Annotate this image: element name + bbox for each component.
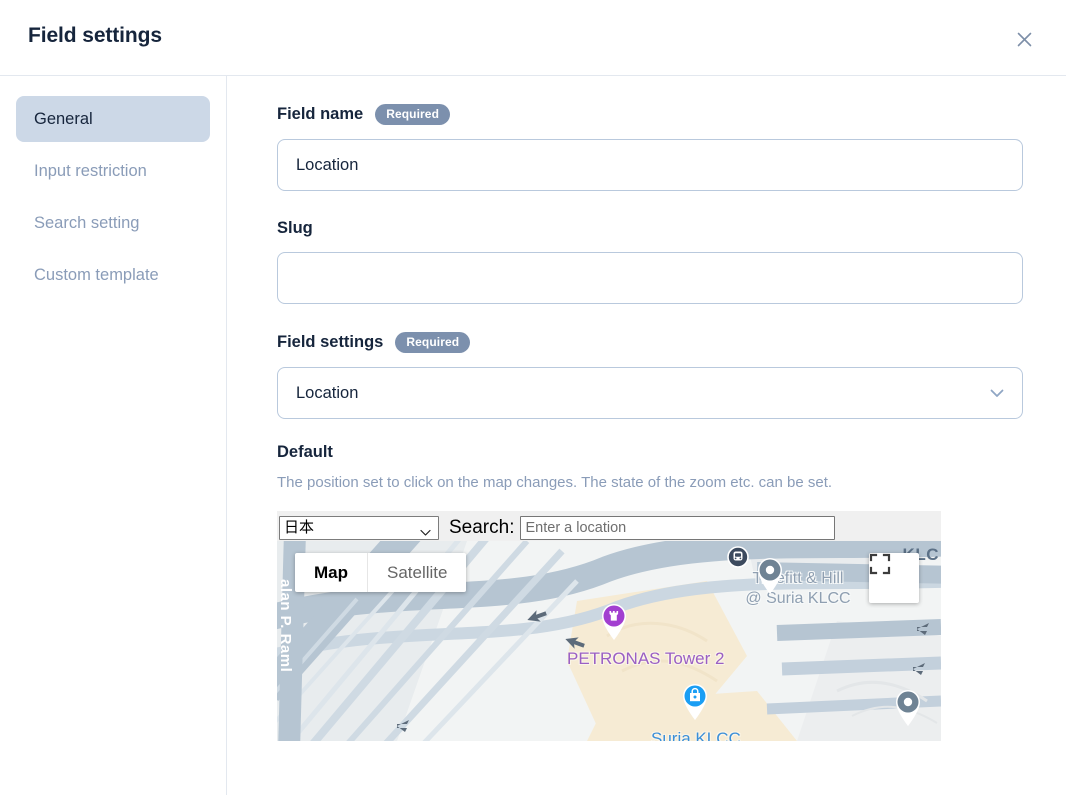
required-badge: Required	[375, 104, 450, 125]
field-name-label-row: Field name Required	[277, 104, 1022, 125]
sidebar-item-custom-template[interactable]: Custom template	[16, 252, 210, 298]
fullscreen-button[interactable]	[869, 553, 919, 603]
close-icon	[1017, 32, 1032, 47]
map-type-satellite-button[interactable]: Satellite	[368, 553, 466, 592]
field-settings-selected-value: Location	[296, 384, 358, 403]
settings-sidebar: General Input restriction Search setting…	[0, 76, 227, 795]
map-canvas[interactable]: alan P. Raml KLC Truefitt & Hill @ Suria…	[277, 541, 941, 741]
shopping-bag-icon	[680, 681, 710, 721]
spacer	[277, 191, 1022, 219]
slug-label: Slug	[277, 219, 313, 238]
sidebar-item-general[interactable]: General	[16, 96, 210, 142]
field-settings-label: Field settings	[277, 333, 383, 352]
modal-body: General Input restriction Search setting…	[0, 76, 1066, 795]
modal-header: Field settings	[0, 0, 1066, 76]
sidebar-item-label: Search setting	[34, 214, 139, 233]
spacer	[277, 419, 1022, 443]
page-title: Field settings	[28, 24, 162, 48]
settings-main-pane: Field name Required Slug Field settings …	[227, 76, 1066, 795]
sidebar-item-search-setting[interactable]: Search setting	[16, 200, 210, 246]
field-settings-select-wrap: Location	[277, 367, 1023, 419]
field-settings-select[interactable]: Location	[277, 367, 1023, 419]
slug-label-row: Slug	[277, 219, 1022, 238]
field-settings-label-row: Field settings Required	[277, 332, 1022, 353]
map-search-input[interactable]	[520, 516, 835, 540]
country-select-holder: 日本	[279, 516, 439, 540]
castle-icon	[599, 601, 629, 641]
dot-icon	[755, 555, 785, 595]
slug-input[interactable]	[277, 252, 1023, 304]
sidebar-item-label: Custom template	[34, 266, 159, 285]
sidebar-item-input-restriction[interactable]: Input restriction	[16, 148, 210, 194]
country-select[interactable]: 日本	[279, 516, 439, 540]
field-name-input[interactable]	[277, 139, 1023, 191]
location-map-widget: 日本 Search:	[277, 511, 941, 741]
default-helper-text: The position set to click on the map cha…	[277, 474, 1022, 491]
map-toolbar: 日本 Search:	[277, 511, 941, 541]
dot-icon	[893, 687, 923, 727]
default-section-title: Default	[277, 443, 1022, 462]
map-type-map-button[interactable]: Map	[295, 553, 368, 592]
sidebar-item-label: Input restriction	[34, 162, 147, 181]
field-name-label: Field name	[277, 105, 363, 124]
sidebar-item-label: General	[34, 110, 93, 129]
spacer	[277, 304, 1022, 332]
search-label: Search:	[449, 517, 514, 539]
map-type-toggle: Map Satellite	[295, 553, 466, 592]
transit-icon	[727, 546, 749, 568]
required-badge: Required	[395, 332, 470, 353]
close-button[interactable]	[1012, 27, 1036, 51]
